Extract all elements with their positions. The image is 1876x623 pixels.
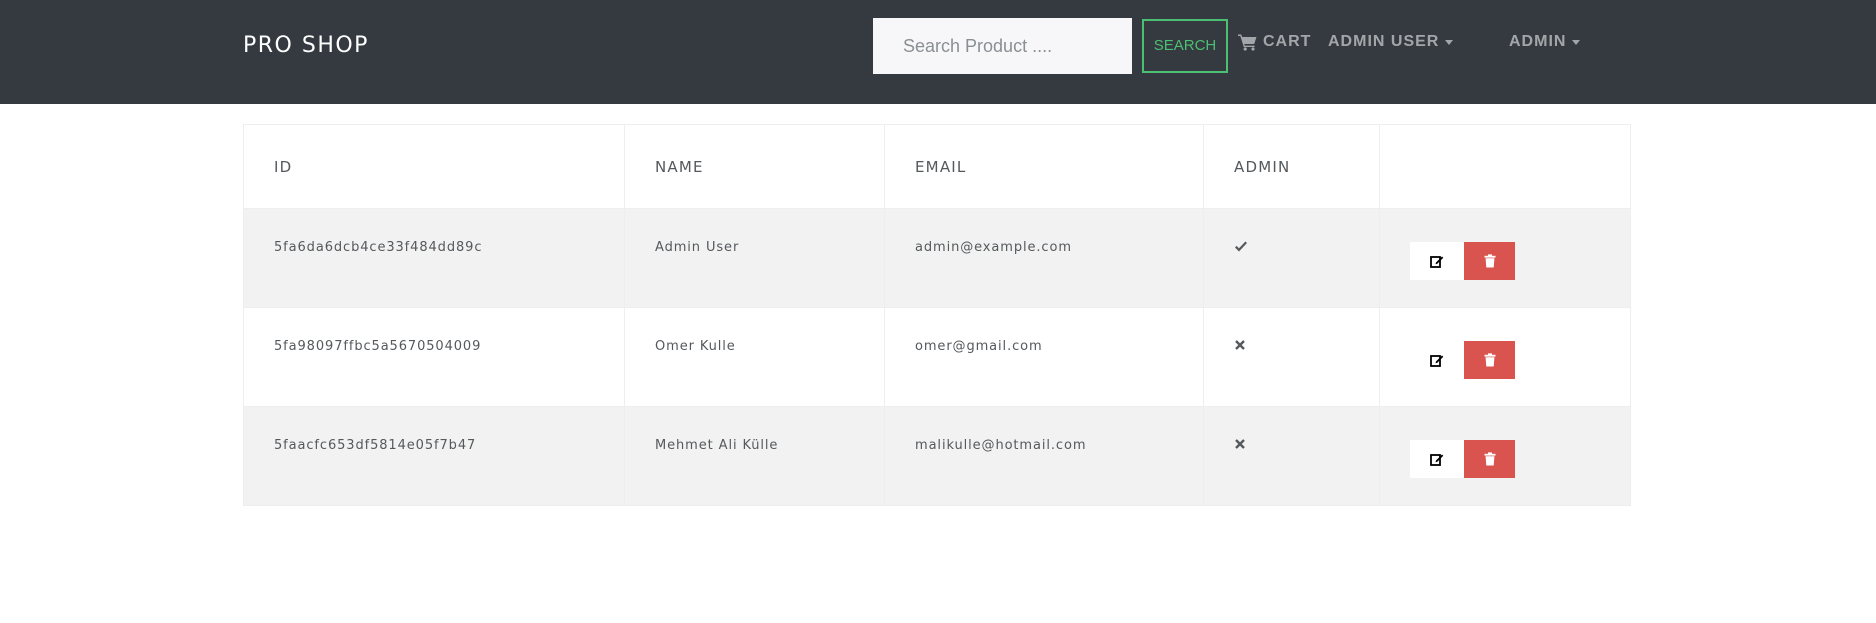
delete-user-button[interactable]	[1464, 341, 1515, 379]
table-header-row: ID NAME EMAIL ADMIN	[243, 124, 1631, 209]
row-actions-cell	[1379, 208, 1631, 308]
admin-menu-dropdown[interactable]: ADMIN	[1509, 28, 1581, 56]
table-row: 5fa98097ffbc5a5670504009 Omer Kulle omer…	[243, 307, 1631, 407]
user-name-cell: Admin User	[624, 208, 885, 308]
table-row: 5fa6da6dcb4ce33f484dd89c Admin User admi…	[243, 208, 1631, 308]
check-icon	[1234, 240, 1248, 254]
cart-label: CART	[1263, 33, 1312, 50]
edit-icon	[1430, 355, 1444, 367]
user-email-link[interactable]: malikulle@hotmail.com	[915, 438, 1086, 453]
search-input[interactable]	[873, 18, 1132, 74]
edit-user-button[interactable]	[1410, 341, 1464, 379]
column-header-actions	[1379, 124, 1631, 209]
table-row: 5faacfc653df5814e05f7b47 Mehmet Ali Küll…	[243, 406, 1631, 506]
brand-logo[interactable]: PRO SHOP	[243, 32, 369, 60]
user-email-cell: malikulle@hotmail.com	[884, 406, 1204, 506]
navbar: PRO SHOP SEARCH CART ADMIN USER ADMIN	[0, 0, 1876, 104]
edit-user-button[interactable]	[1410, 242, 1464, 280]
edit-icon	[1430, 454, 1444, 466]
user-id-cell: 5fa98097ffbc5a5670504009	[243, 307, 625, 407]
user-name-cell: Omer Kulle	[624, 307, 885, 407]
user-email-cell: admin@example.com	[884, 208, 1204, 308]
row-actions-cell	[1379, 307, 1631, 407]
user-menu-label: ADMIN USER	[1328, 33, 1440, 50]
trash-icon	[1484, 452, 1495, 466]
cart-link[interactable]: CART	[1238, 28, 1311, 56]
user-admin-cell	[1203, 208, 1380, 308]
column-header-id: ID	[243, 124, 625, 209]
user-id-cell: 5fa6da6dcb4ce33f484dd89c	[243, 208, 625, 308]
admin-menu-label: ADMIN	[1509, 33, 1567, 50]
users-table: ID NAME EMAIL ADMIN 5fa6da6dcb4ce33f484d…	[243, 124, 1631, 506]
user-menu-dropdown[interactable]: ADMIN USER	[1328, 28, 1454, 56]
user-email-link[interactable]: admin@example.com	[915, 240, 1072, 255]
caret-down-icon	[1445, 39, 1454, 45]
search-button[interactable]: SEARCH	[1142, 19, 1228, 73]
column-header-email: EMAIL	[884, 124, 1204, 209]
user-id-cell: 5faacfc653df5814e05f7b47	[243, 406, 625, 506]
row-actions-cell	[1379, 406, 1631, 506]
caret-down-icon	[1572, 39, 1581, 45]
times-icon	[1234, 339, 1248, 353]
cart-icon	[1238, 33, 1257, 51]
trash-icon	[1484, 353, 1495, 367]
trash-icon	[1484, 254, 1495, 268]
column-header-name: NAME	[624, 124, 885, 209]
delete-user-button[interactable]	[1464, 440, 1515, 478]
times-icon	[1234, 438, 1248, 452]
delete-user-button[interactable]	[1464, 242, 1515, 280]
edit-icon	[1430, 256, 1444, 268]
user-email-link[interactable]: omer@gmail.com	[915, 339, 1043, 354]
user-admin-cell	[1203, 307, 1380, 407]
user-email-cell: omer@gmail.com	[884, 307, 1204, 407]
user-admin-cell	[1203, 406, 1380, 506]
user-name-cell: Mehmet Ali Külle	[624, 406, 885, 506]
column-header-admin: ADMIN	[1203, 124, 1380, 209]
edit-user-button[interactable]	[1410, 440, 1464, 478]
